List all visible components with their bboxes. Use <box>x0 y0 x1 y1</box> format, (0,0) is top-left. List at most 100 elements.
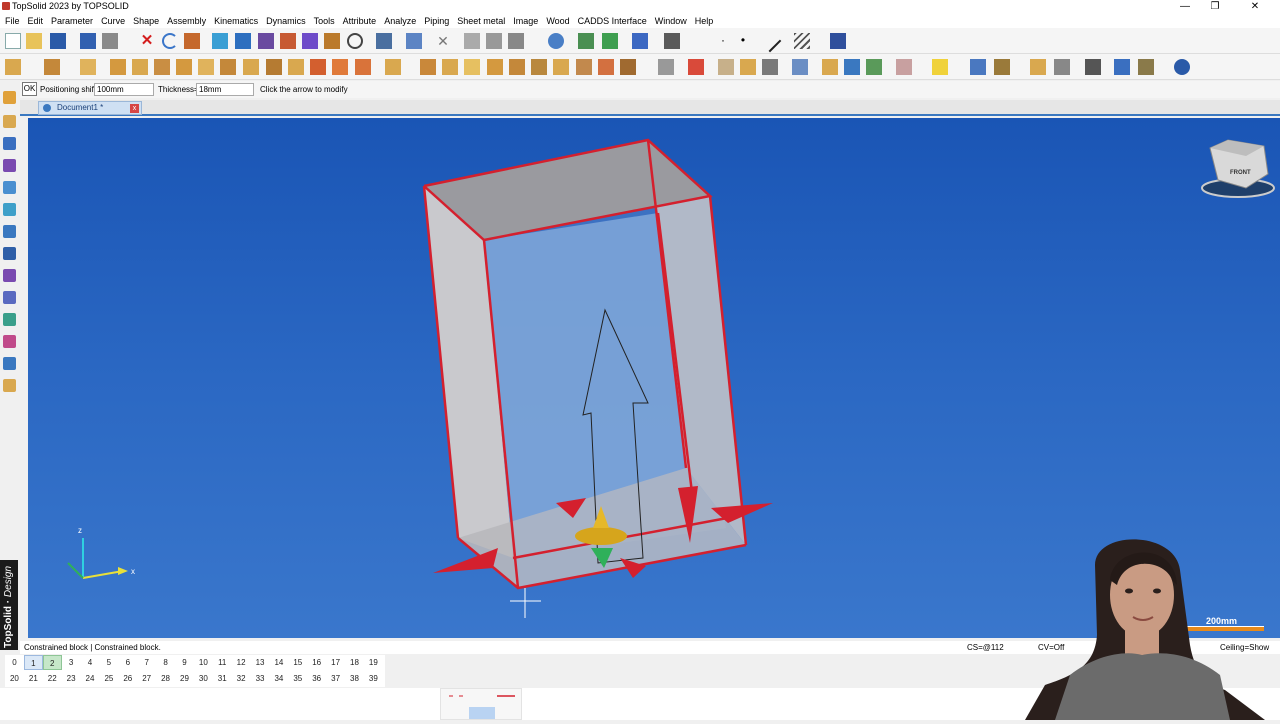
wood-block-icon[interactable] <box>44 59 60 75</box>
ok-button[interactable]: OK <box>22 82 37 96</box>
menu-dynamics[interactable]: Dynamics <box>266 16 306 26</box>
color-icon[interactable] <box>688 59 704 75</box>
menu-parameter[interactable]: Parameter <box>51 16 93 26</box>
gizmo-ring[interactable] <box>575 527 627 545</box>
thickness-field[interactable]: 18mm <box>196 83 254 96</box>
drill-icon[interactable] <box>266 59 282 75</box>
cut-icon[interactable] <box>376 33 392 49</box>
layer-cell[interactable]: 37 <box>326 671 345 686</box>
layer-cell[interactable]: 22 <box>43 671 62 686</box>
layer-cell[interactable]: 34 <box>269 671 288 686</box>
zoom-icon[interactable] <box>235 33 251 49</box>
cut-list-icon[interactable] <box>1030 59 1046 75</box>
panel-8-icon[interactable] <box>243 59 259 75</box>
edge-band-2-icon[interactable] <box>442 59 458 75</box>
table-icon[interactable] <box>1054 59 1070 75</box>
sheet-metal-icon[interactable] <box>3 357 16 370</box>
layer-cell[interactable]: 38 <box>345 671 364 686</box>
transform-icon[interactable] <box>406 33 422 49</box>
layer-cell[interactable]: 0 <box>5 655 24 670</box>
print-icon[interactable] <box>102 33 118 49</box>
layer-cell[interactable]: 35 <box>288 671 307 686</box>
layer-cell[interactable]: 20 <box>5 671 24 686</box>
hide-icon[interactable] <box>347 33 363 49</box>
menu-window[interactable]: Window <box>655 16 687 26</box>
piping-icon[interactable] <box>3 313 16 326</box>
dowel-icon[interactable] <box>310 59 326 75</box>
layer-cell[interactable]: 30 <box>194 671 213 686</box>
handle-cone-left[interactable] <box>433 548 498 573</box>
tab-document1[interactable]: Document1 * x <box>38 101 142 115</box>
kinematics-icon[interactable] <box>3 247 16 260</box>
box-2-icon[interactable] <box>740 59 756 75</box>
panel-icon[interactable] <box>80 59 96 75</box>
layer-cell[interactable]: 3 <box>62 655 81 670</box>
machining-7-icon[interactable] <box>620 59 636 75</box>
box-icon[interactable] <box>718 59 734 75</box>
shading-icon[interactable] <box>632 33 648 49</box>
menu-assembly[interactable]: Assembly <box>167 16 206 26</box>
layer-cell[interactable]: 5 <box>99 655 118 670</box>
machining-5-icon[interactable] <box>576 59 592 75</box>
menu-tools[interactable]: Tools <box>314 16 335 26</box>
layer-cell[interactable]: 13 <box>251 655 270 670</box>
menu-help[interactable]: Help <box>695 16 714 26</box>
panel-2-icon[interactable] <box>110 59 126 75</box>
assembly-side-icon[interactable] <box>3 225 16 238</box>
hatch-icon[interactable] <box>794 33 810 49</box>
tools-2-icon[interactable] <box>994 59 1010 75</box>
layout-icon[interactable] <box>830 33 846 49</box>
layer-cell[interactable]: 36 <box>307 671 326 686</box>
visibility-icon[interactable] <box>324 33 340 49</box>
export-icon[interactable] <box>1085 59 1101 75</box>
magnet-icon[interactable] <box>486 33 502 49</box>
point-icon[interactable]: · <box>715 33 731 49</box>
drawing-icon[interactable] <box>866 59 882 75</box>
save-icon[interactable] <box>50 33 66 49</box>
minimize-icon[interactable]: — <box>1170 0 1200 13</box>
properties-icon[interactable] <box>80 33 96 49</box>
machining-6-icon[interactable] <box>598 59 614 75</box>
layer-cell[interactable]: 19 <box>364 655 383 670</box>
material-icon[interactable] <box>658 59 674 75</box>
layer-cell[interactable]: 27 <box>137 671 156 686</box>
layer-cell[interactable]: 33 <box>251 671 270 686</box>
layer-cell-active[interactable]: 2 <box>42 655 62 670</box>
positioning-shift-field[interactable]: 100mm <box>94 83 154 96</box>
menu-image[interactable]: Image <box>513 16 538 26</box>
layer-cell[interactable]: 28 <box>156 671 175 686</box>
panel-4-icon[interactable] <box>154 59 170 75</box>
dynamics-icon[interactable] <box>3 269 16 282</box>
pen-icon[interactable] <box>3 115 16 128</box>
wood-panel-icon[interactable] <box>5 59 21 75</box>
attribute-icon[interactable] <box>302 33 318 49</box>
layer-cell[interactable]: 32 <box>232 671 251 686</box>
zoom-in-icon[interactable] <box>548 33 564 49</box>
layer-cell[interactable]: 16 <box>307 655 326 670</box>
layer-cell[interactable]: 18 <box>345 655 364 670</box>
analysis-icon[interactable] <box>3 291 16 304</box>
close-icon[interactable]: ✕ <box>1240 0 1270 13</box>
line-icon[interactable] <box>758 29 782 53</box>
layer-cell[interactable]: 24 <box>81 671 100 686</box>
layer-cell[interactable]: 21 <box>24 671 43 686</box>
cnc-icon[interactable] <box>1138 59 1154 75</box>
columns-icon[interactable] <box>464 33 480 49</box>
nesting-icon[interactable] <box>1114 59 1130 75</box>
pencil-icon[interactable] <box>3 91 16 104</box>
measure-icon[interactable] <box>3 181 16 194</box>
refresh-icon[interactable] <box>212 33 228 49</box>
layer-cell[interactable]: 31 <box>213 671 232 686</box>
panel-6-icon[interactable] <box>198 59 214 75</box>
bom-icon[interactable] <box>844 59 860 75</box>
menu-kinematics[interactable]: Kinematics <box>214 16 258 26</box>
hardware-icon[interactable] <box>355 59 371 75</box>
layer-cell[interactable]: 10 <box>194 655 213 670</box>
machining-3-icon[interactable] <box>531 59 547 75</box>
layer-cell[interactable]: 17 <box>326 655 345 670</box>
joint-icon[interactable] <box>288 59 304 75</box>
close-tab-icon[interactable]: x <box>130 104 139 113</box>
restore-icon[interactable]: ❐ <box>1200 0 1230 13</box>
layer-cell[interactable]: 39 <box>364 671 383 686</box>
view-cube[interactable]: FRONT <box>1201 139 1275 198</box>
